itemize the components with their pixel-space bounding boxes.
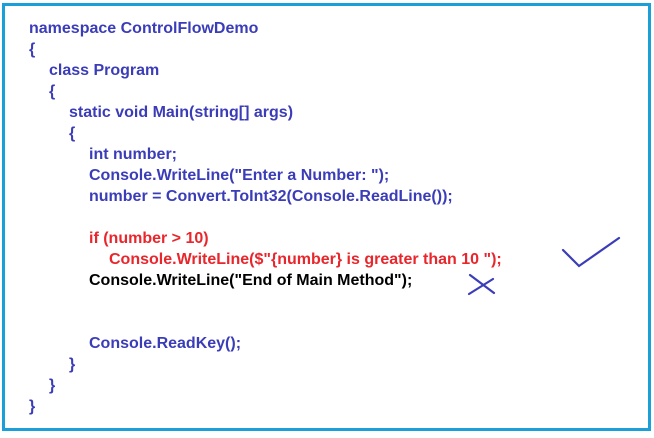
check-mark-icon: [561, 236, 621, 268]
annotation-layer: [467, 236, 621, 296]
cross-mark-icon: [467, 273, 496, 296]
